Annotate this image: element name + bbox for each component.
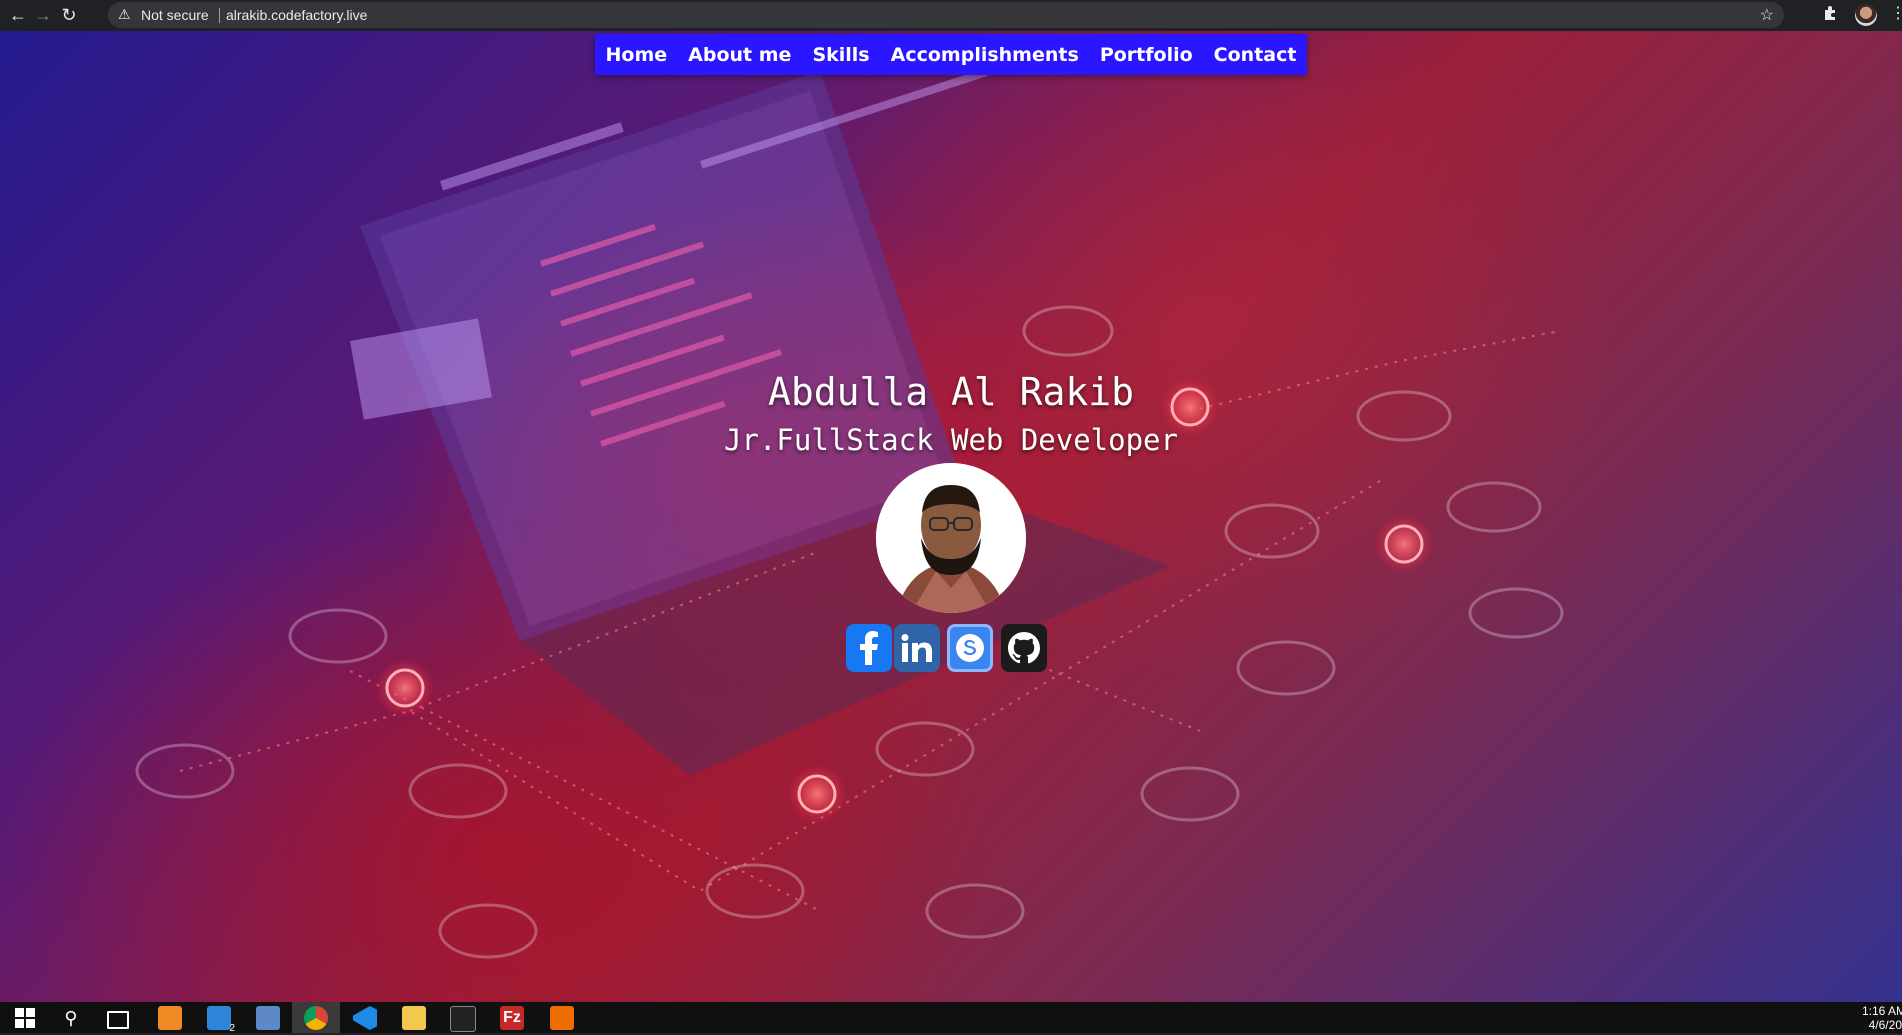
address-bar[interactable]: ⚠ Not secure alrakib.codefactory.live ☆: [108, 2, 1784, 28]
xampp-icon[interactable]: [158, 1006, 182, 1030]
main-navigation: Home About me Skills Accomplishments Por…: [595, 34, 1307, 75]
file-explorer-icon[interactable]: [402, 1006, 426, 1030]
hero-name: Abdulla Al Rakib: [767, 370, 1135, 414]
nav-accomplishments[interactable]: Accomplishments: [891, 44, 1079, 66]
extensions-puzzle-icon[interactable]: [1822, 5, 1838, 26]
nav-portfolio[interactable]: Portfolio: [1100, 44, 1193, 66]
bookmark-star-icon[interactable]: ☆: [1760, 5, 1774, 25]
mail-icon[interactable]: 2: [207, 1006, 235, 1034]
facebook-button[interactable]: [846, 624, 892, 672]
profile-photo: [876, 463, 1026, 613]
hero-job-title: Jr.FullStack Web Developer: [724, 423, 1178, 457]
vscode-icon[interactable]: [353, 1006, 377, 1030]
terminal-icon[interactable]: [450, 1006, 476, 1032]
linkedin-button[interactable]: [894, 624, 940, 672]
task-view-icon[interactable]: [107, 1011, 129, 1029]
hero-section: Home About me Skills Accomplishments Por…: [0, 31, 1902, 1002]
back-icon[interactable]: ←: [6, 3, 30, 27]
forward-icon[interactable]: →: [31, 3, 55, 27]
nav-skills[interactable]: Skills: [812, 44, 869, 66]
clock-date: 4/6/20: [1868, 1018, 1902, 1032]
chrome-icon[interactable]: [304, 1006, 328, 1030]
windows-start-icon[interactable]: [13, 1006, 37, 1030]
nav-contact[interactable]: Contact: [1214, 44, 1297, 66]
facebook-icon: [860, 631, 878, 665]
linkedin-icon: [901, 634, 932, 662]
nav-home[interactable]: Home: [606, 44, 668, 66]
profile-avatar-icon[interactable]: [1855, 4, 1877, 26]
filezilla-icon[interactable]: Fz: [500, 1006, 524, 1030]
sublime-text-icon[interactable]: [550, 1006, 574, 1030]
url-text[interactable]: alrakib.codefactory.live: [226, 7, 367, 23]
app-icon[interactable]: [256, 1006, 280, 1030]
divider: [219, 8, 220, 23]
github-icon: [1008, 632, 1040, 664]
mail-badge: 2: [229, 1023, 235, 1034]
system-clock[interactable]: 1:16 AM 4/6/20: [1862, 1004, 1902, 1032]
nav-about-me[interactable]: About me: [688, 44, 791, 66]
clock-time: 1:16 AM: [1862, 1004, 1902, 1018]
skype-button[interactable]: [947, 624, 993, 672]
search-icon[interactable]: ⚲: [59, 1006, 83, 1030]
browser-toolbar: ← → ↻ ⚠ Not secure alrakib.codefactory.l…: [0, 0, 1902, 31]
reload-icon[interactable]: ↻: [57, 3, 81, 27]
more-menu-icon[interactable]: ⋮: [1890, 3, 1902, 23]
skype-icon: [956, 634, 984, 662]
windows-taskbar: ⚲ 2 Fz 1:16 AM 4/6/20: [0, 1002, 1902, 1034]
security-label: Not secure: [141, 7, 209, 23]
github-button[interactable]: [1001, 624, 1047, 672]
warning-icon: ⚠: [118, 6, 131, 22]
